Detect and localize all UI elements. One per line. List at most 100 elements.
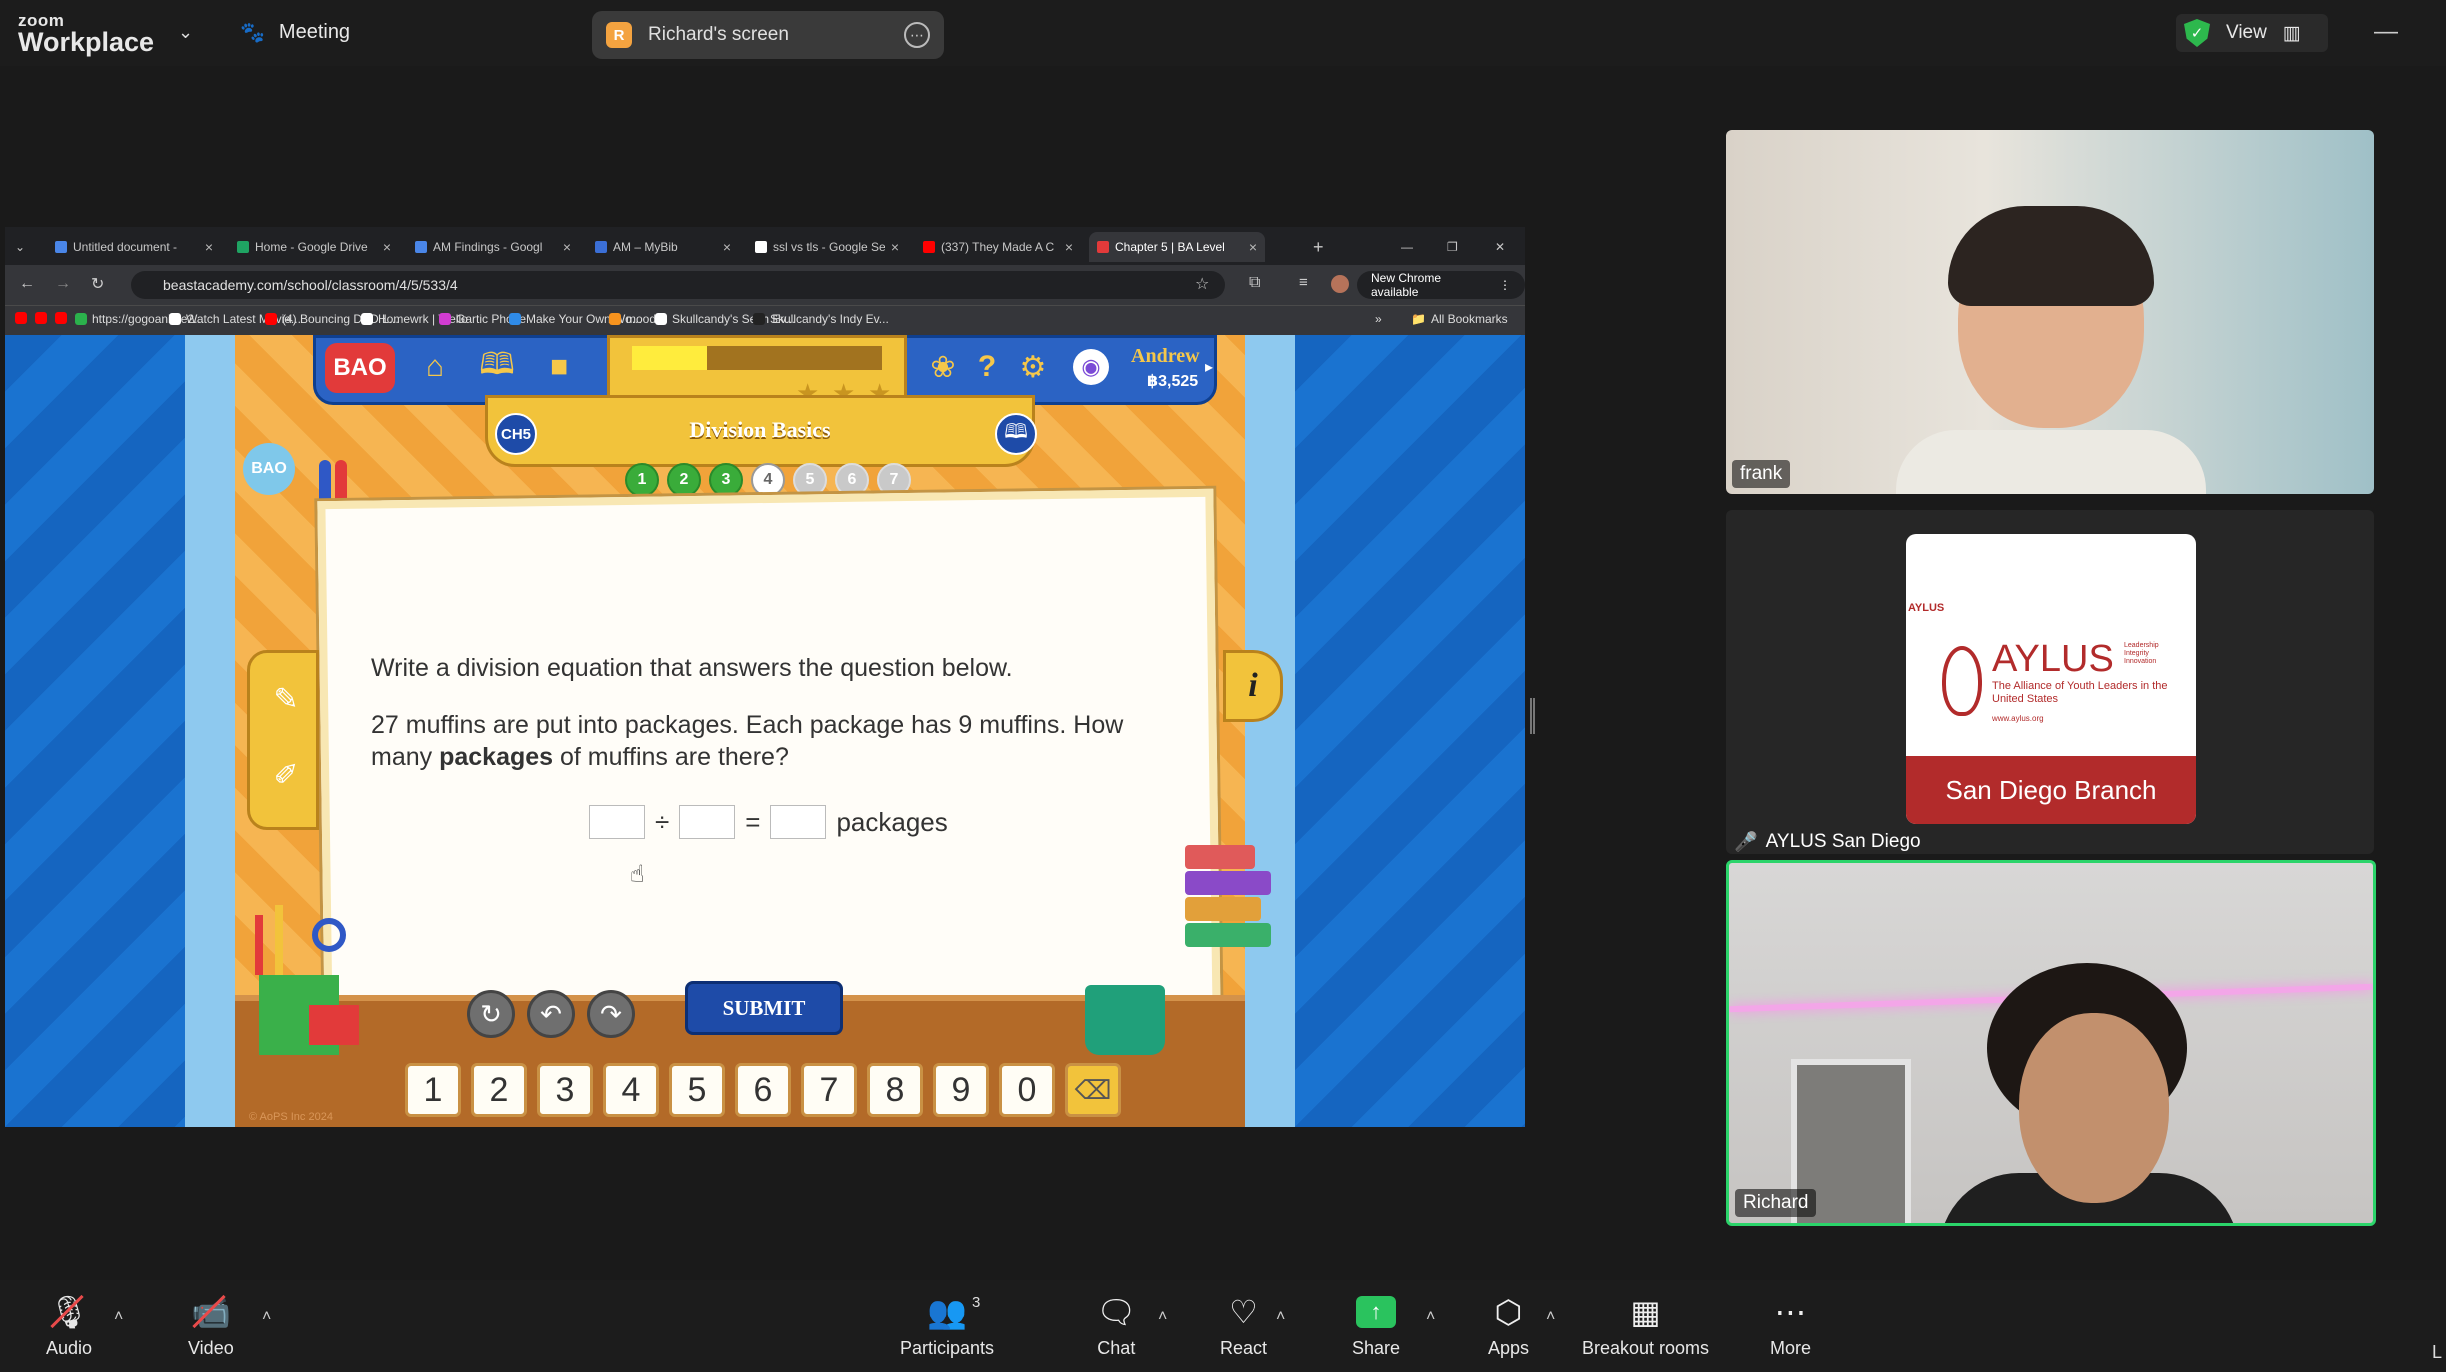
problem-step[interactable]: 6	[835, 463, 869, 497]
side-bao-logo[interactable]: BAO	[243, 443, 295, 495]
keypad-key[interactable]: 1	[405, 1063, 461, 1117]
avatar-icon[interactable]: ◉	[1073, 349, 1109, 385]
participants-button[interactable]: 👥 3 Participants	[900, 1292, 994, 1359]
problem-step[interactable]: 4	[751, 463, 785, 497]
video-button[interactable]: 📹 Video	[188, 1292, 234, 1359]
browser-tab[interactable]: AM Findings - Googl ×	[407, 232, 579, 262]
pencil-icon[interactable]: ✎	[264, 677, 308, 721]
media-control-icon[interactable]: ≡	[1299, 274, 1308, 291]
keypad-key[interactable]: 4	[603, 1063, 659, 1117]
award-ribbon-icon[interactable]: ❀	[923, 347, 963, 387]
new-chrome-available-button[interactable]: New Chrome available ⋮	[1357, 271, 1525, 299]
breakout-rooms-button[interactable]: ▦ Breakout rooms	[1582, 1292, 1709, 1359]
more-options-icon[interactable]: ⋯	[904, 22, 930, 48]
apps-button[interactable]: ⬡ Apps	[1488, 1292, 1529, 1359]
clipped-toolbar-item[interactable]: L	[2432, 1342, 2442, 1363]
view-button[interactable]: ✓ View ▥	[2176, 14, 2328, 52]
bookmark-item[interactable]: Skullcandy's Indy Ev...	[753, 312, 889, 326]
zoom-workplace-logo[interactable]: zoom Workplace	[18, 12, 154, 56]
keypad-key[interactable]: 6	[735, 1063, 791, 1117]
browser-tab[interactable]: ssl vs tls - Google Se ×	[747, 232, 907, 262]
close-tab-icon[interactable]: ×	[1065, 239, 1073, 255]
forward-arrow-icon[interactable]: →	[55, 275, 71, 293]
extensions-icon[interactable]: ⧉	[1249, 274, 1260, 292]
backspace-icon[interactable]: ⌫	[1065, 1063, 1121, 1117]
audio-button[interactable]: 🎙 Audio	[46, 1292, 92, 1359]
close-tab-icon[interactable]: ×	[563, 239, 571, 255]
video-options-caret-icon[interactable]: ˄	[262, 1308, 271, 1326]
close-tab-icon[interactable]: ×	[383, 239, 391, 255]
browser-tab[interactable]: Chapter 5 | BA Level ×	[1089, 232, 1265, 262]
chevron-right-icon[interactable]: ▸	[1205, 357, 1213, 377]
close-tab-icon[interactable]: ×	[205, 239, 213, 255]
bao-logo[interactable]: BAO	[325, 343, 395, 393]
all-bookmarks-folder[interactable]: 📁 All Bookmarks	[1411, 312, 1508, 326]
quotient-input[interactable]	[770, 805, 827, 839]
star-bookmark-icon[interactable]: ☆	[1195, 274, 1209, 294]
share-options-caret-icon[interactable]: ˄	[1426, 1308, 1435, 1326]
split-divider-handle[interactable]	[1530, 698, 1535, 734]
screen-share-pill[interactable]: R Richard's screen ⋯	[592, 11, 944, 59]
participant-tile-richard[interactable]: Richard	[1726, 860, 2376, 1226]
react-options-caret-icon[interactable]: ˄	[1276, 1308, 1285, 1326]
help-icon[interactable]: ?	[967, 347, 1007, 387]
youtube-bookmark-icon[interactable]	[55, 312, 67, 324]
close-browser-button[interactable]: ✕	[1487, 232, 1513, 262]
chat-options-caret-icon[interactable]: ˄	[1158, 1308, 1167, 1326]
browser-tab[interactable]: (337) They Made A C ×	[915, 232, 1081, 262]
problem-step[interactable]: 1	[625, 463, 659, 497]
close-tab-icon[interactable]: ×	[891, 239, 899, 255]
info-button[interactable]: i	[1223, 650, 1283, 722]
problem-step[interactable]: 3	[709, 463, 743, 497]
keypad-key[interactable]: 8	[867, 1063, 923, 1117]
problem-step[interactable]: 5	[793, 463, 827, 497]
eraser-icon[interactable]: ✐	[264, 753, 308, 797]
react-button[interactable]: ♡ React	[1220, 1292, 1267, 1359]
youtube-bookmark-icon[interactable]	[15, 312, 27, 324]
keypad-key[interactable]: 5	[669, 1063, 725, 1117]
gear-icon[interactable]: ⚙	[1013, 347, 1053, 387]
chevron-down-icon[interactable]: ⌄	[178, 22, 193, 43]
divisor-input[interactable]	[679, 805, 736, 839]
participant-tile-frank[interactable]: frank	[1726, 130, 2374, 494]
tab-search-button[interactable]: ⌄	[7, 232, 33, 262]
submit-button[interactable]: SUBMIT	[685, 981, 843, 1035]
keypad-key[interactable]: 3	[537, 1063, 593, 1117]
keypad-key[interactable]: 9	[933, 1063, 989, 1117]
browser-tab[interactable]: AM – MyBib ×	[587, 232, 739, 262]
meeting-button[interactable]: 🐾 Meeting	[240, 20, 350, 45]
problem-step[interactable]: 2	[667, 463, 701, 497]
redo-icon[interactable]: ↷	[587, 990, 635, 1038]
keypad-key[interactable]: 0	[999, 1063, 1055, 1117]
undo-icon[interactable]: ↶	[527, 990, 575, 1038]
dividend-input[interactable]	[589, 805, 645, 839]
keypad-key[interactable]: 2	[471, 1063, 527, 1117]
share-button[interactable]: ↑ Share	[1352, 1292, 1400, 1359]
close-tab-icon[interactable]: ×	[1249, 239, 1257, 255]
audio-options-caret-icon[interactable]: ˄	[114, 1308, 123, 1326]
browser-tab[interactable]: Untitled document - ×	[47, 232, 221, 262]
browser-tab[interactable]: Home - Google Drive ×	[229, 232, 399, 262]
more-bookmarks-icon[interactable]: »	[1375, 312, 1382, 326]
user-name[interactable]: Andrew	[1131, 345, 1200, 368]
book-icon[interactable]: 🕮	[477, 347, 517, 387]
video-camera-icon[interactable]: ■	[539, 347, 579, 387]
apps-options-caret-icon[interactable]: ˄	[1546, 1308, 1555, 1326]
reset-icon[interactable]: ↻	[467, 990, 515, 1038]
youtube-bookmark-icon[interactable]	[35, 312, 47, 324]
url-field[interactable]: beastacademy.com/school/classroom/4/5/53…	[131, 271, 1225, 299]
profile-avatar[interactable]	[1331, 275, 1349, 293]
chat-button[interactable]: 🗨 Chat	[1096, 1292, 1137, 1359]
shield-check-icon[interactable]: ✓	[2184, 19, 2210, 47]
home-icon[interactable]: ⌂	[415, 347, 455, 387]
restore-browser-button[interactable]: ❐	[1439, 232, 1466, 262]
back-arrow-icon[interactable]: ←	[19, 275, 35, 293]
minimize-browser-button[interactable]: —	[1393, 232, 1421, 262]
minimize-window-button[interactable]: —	[2374, 18, 2398, 46]
reload-icon[interactable]: ↻	[91, 274, 104, 294]
participant-tile-aylus[interactable]: AYLUS AYLUS Leadership Integrity Innovat…	[1726, 510, 2374, 854]
keypad-key[interactable]: 7	[801, 1063, 857, 1117]
more-button[interactable]: ⋯ More	[1770, 1292, 1811, 1359]
close-tab-icon[interactable]: ×	[723, 239, 731, 255]
problem-step[interactable]: 7	[877, 463, 911, 497]
